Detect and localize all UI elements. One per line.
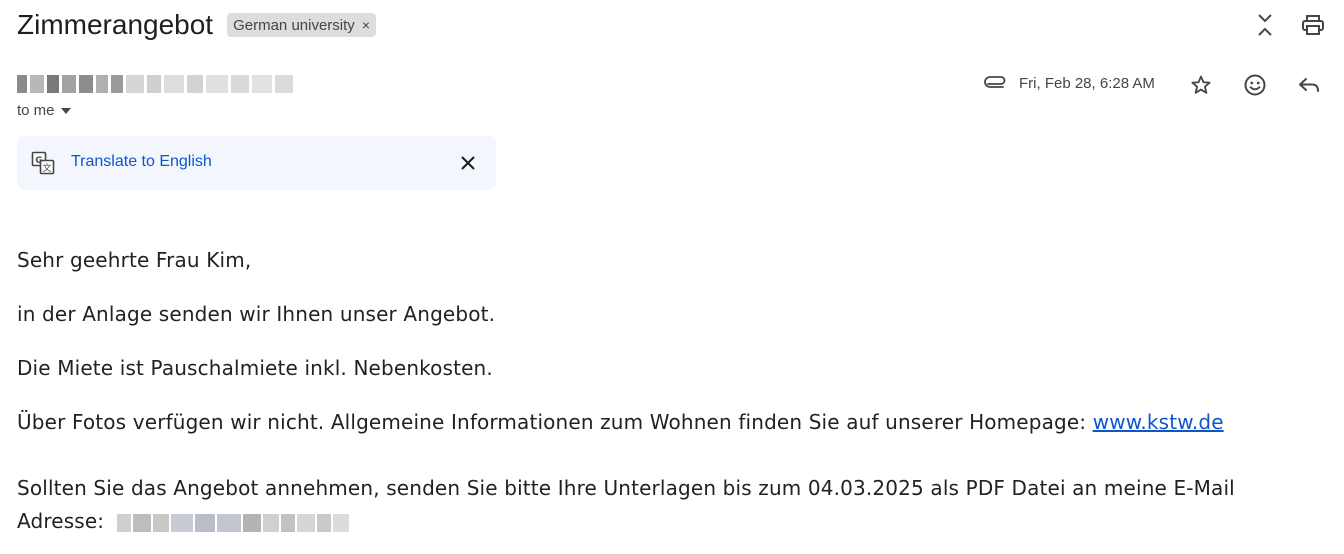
body-paragraph: Über Fotos verfügen wir nicht. Allgemein…	[17, 410, 1224, 434]
email-address-redacted[interactable]	[116, 513, 349, 532]
emoji-reaction-icon[interactable]	[1242, 72, 1268, 98]
body-paragraph: Adresse:	[17, 509, 349, 533]
print-icon[interactable]	[1300, 12, 1326, 38]
reply-icon[interactable]	[1296, 72, 1322, 98]
sender-name-redacted[interactable]	[17, 75, 293, 93]
expand-collapse-icon[interactable]	[1252, 12, 1278, 38]
email-date: Fri, Feb 28, 6:28 AM	[1019, 75, 1155, 92]
remove-label-button[interactable]: ×	[362, 17, 370, 33]
body-text: Adresse:	[17, 509, 105, 533]
label-chip-text: German university	[233, 16, 355, 34]
paperclip-icon	[984, 74, 1008, 95]
recipient-text: to me	[17, 102, 55, 119]
body-text: Über Fotos verfügen wir nicht. Allgemein…	[17, 410, 1093, 434]
translate-to-english-link[interactable]: Translate to English	[71, 153, 212, 171]
email-greeting: Sehr geehrte Frau Kim,	[17, 248, 252, 272]
body-paragraph: Die Miete ist Pauschalmiete inkl. Nebenk…	[17, 356, 493, 380]
email-subject: Zimmerangebot	[17, 9, 214, 40]
svg-text:文: 文	[42, 162, 51, 174]
homepage-link[interactable]: www.kstw.de	[1093, 410, 1224, 434]
body-paragraph: in der Anlage senden wir Ihnen unser Ang…	[17, 302, 496, 326]
star-icon[interactable]	[1188, 72, 1214, 98]
translate-bar: G 文 Translate to English	[17, 136, 496, 190]
recipient-summary[interactable]: to me	[17, 102, 71, 119]
chevron-down-icon[interactable]	[60, 107, 71, 114]
email-view: Zimmerangebot German university × to me …	[0, 0, 1344, 554]
body-paragraph: Sollten Sie das Angebot annehmen, senden…	[17, 476, 1235, 500]
close-icon[interactable]	[458, 153, 478, 178]
label-chip[interactable]: German university ×	[227, 13, 376, 37]
subject-row: Zimmerangebot German university ×	[17, 8, 376, 42]
translate-icon: G 文	[31, 151, 55, 180]
